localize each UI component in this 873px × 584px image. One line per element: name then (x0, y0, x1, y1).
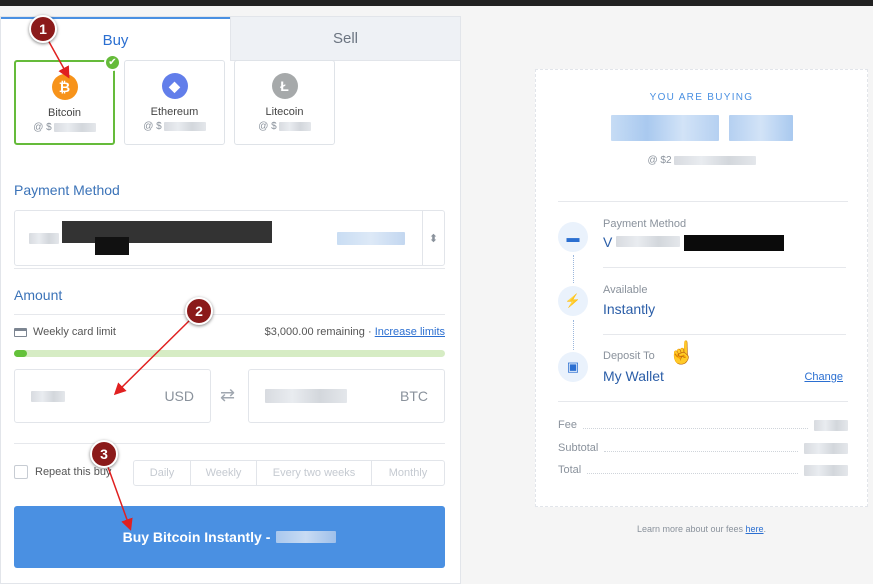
redacted-buy-total (536, 115, 867, 141)
payment-method-title: Payment Method (14, 182, 120, 198)
redacted-crypto-value (265, 389, 347, 403)
redacted-account-icon (29, 233, 59, 244)
payment-method-value: V (603, 234, 785, 252)
litecoin-icon: Ł (271, 73, 298, 99)
redacted-account-name (62, 221, 272, 243)
deposit-to-value: My Wallet (603, 368, 664, 384)
repeat-buy-label: Repeat this buy (35, 466, 112, 478)
redacted-price (278, 122, 311, 131)
redacted-price (673, 156, 756, 165)
fee-row: Fee (558, 419, 848, 431)
fiat-unit-label: USD (164, 388, 194, 404)
redacted-price (163, 122, 206, 131)
redacted-buy-amount (276, 531, 337, 543)
subtotal-row: Subtotal (558, 442, 848, 454)
divider (603, 267, 846, 268)
buy-sell-tabs: Buy Sell (1, 17, 460, 61)
coin-price: @ $ (16, 122, 113, 133)
buy-bitcoin-button[interactable]: Buy Bitcoin Instantly - (14, 506, 445, 568)
swap-icon[interactable]: ⇄ (220, 385, 235, 406)
divider (558, 201, 848, 202)
ethereum-icon: ◆ (161, 73, 188, 99)
fee-label: Fee (558, 419, 577, 431)
buy-button-label: Buy Bitcoin Instantly - (122, 529, 271, 545)
divider (14, 314, 445, 315)
fees-here-link[interactable]: here (746, 524, 764, 534)
selected-check-icon: ✔ (104, 54, 121, 71)
frequency-every-two-weeks[interactable]: Every two weeks (257, 461, 372, 485)
crypto-unit-label: BTC (400, 388, 428, 404)
window-top-bar (0, 0, 873, 6)
redacted-amount-part (728, 115, 793, 141)
divider (558, 401, 848, 402)
redacted-price (53, 123, 96, 132)
coin-price: @ $ (125, 121, 224, 132)
annotation-marker-2: 2 (185, 297, 213, 325)
limit-separator: · (364, 326, 375, 338)
coin-card-ethereum[interactable]: ◆ Ethereum @ $ (124, 60, 225, 145)
currency-selector: ✔ ₿ Bitcoin @ $ ◆ Ethereum @ $ Ł Litecoi… (14, 54, 335, 145)
fiat-amount-input[interactable]: USD (14, 369, 211, 423)
bitcoin-icon: ₿ (51, 74, 78, 100)
redacted-fee (814, 419, 848, 431)
divider (14, 443, 445, 444)
divider (14, 268, 445, 269)
redacted-amount-part (610, 115, 719, 141)
redacted-payment-detail (616, 236, 681, 247)
available-label: Available (603, 284, 648, 296)
repeat-buy-toggle[interactable]: Repeat this buy (14, 465, 111, 479)
total-row: Total (558, 464, 848, 476)
redacted-payment-name (684, 235, 785, 252)
limit-remaining: $3,000.00 remaining (264, 326, 365, 338)
change-wallet-link[interactable]: Change (804, 371, 843, 383)
credit-card-icon: ▬ (558, 222, 588, 252)
crypto-amount-input[interactable]: BTC (248, 369, 445, 423)
increase-limits-link[interactable]: Increase limits (375, 326, 445, 338)
redacted-account-detail (95, 237, 129, 255)
redacted-account-limit (337, 232, 405, 245)
coin-name: Litecoin (265, 106, 304, 118)
subtotal-label: Subtotal (558, 442, 599, 454)
frequency-monthly[interactable]: Monthly (372, 461, 444, 485)
coin-name: Bitcoin (47, 107, 82, 119)
deposit-to-label: Deposit To (603, 350, 655, 362)
redacted-subtotal (804, 442, 848, 454)
redacted-total (804, 464, 848, 476)
available-value: Instantly (603, 301, 656, 317)
coin-card-bitcoin[interactable]: ✔ ₿ Bitcoin @ $ (14, 54, 121, 145)
coin-price: @ $ (235, 121, 334, 132)
hand-cursor-icon: ☝ (668, 340, 696, 365)
amount-title: Amount (14, 287, 63, 303)
card-icon (14, 327, 27, 337)
divider (603, 334, 846, 335)
step-connector (573, 255, 574, 283)
step-connector (573, 320, 574, 350)
select-arrows-icon[interactable]: ⬍ (422, 211, 444, 265)
repeat-buy-checkbox[interactable] (14, 465, 28, 479)
you-are-buying-label: YOU ARE BUYING (649, 92, 754, 103)
fees-footer: Learn more about our fees here. (636, 524, 767, 534)
summary-price: @ $2 (536, 155, 867, 166)
limit-progress-fill (14, 350, 27, 357)
limit-progress-bar (14, 350, 445, 357)
payment-method-label: Payment Method (603, 218, 687, 230)
wallet-icon: ▣ (558, 352, 588, 382)
payment-method-select[interactable]: ⬍ (14, 210, 445, 266)
tab-sell[interactable]: Sell (230, 17, 460, 61)
total-label: Total (558, 464, 582, 476)
order-summary-panel: YOU ARE BUYING @ $2 ▬ Payment Method V ⚡… (535, 69, 868, 507)
frequency-weekly[interactable]: Weekly (191, 461, 257, 485)
weekly-limit-row: Weekly card limit $3,000.00 remaining · … (14, 326, 445, 338)
coin-card-litecoin[interactable]: Ł Litecoin @ $ (234, 60, 335, 145)
coin-name: Ethereum (150, 106, 199, 118)
redacted-fiat-value (31, 391, 65, 402)
annotation-marker-3: 3 (90, 440, 118, 468)
frequency-daily[interactable]: Daily (134, 461, 191, 485)
annotation-marker-1: 1 (29, 15, 57, 43)
lightning-icon: ⚡ (558, 286, 588, 316)
repeat-frequency-group: Daily Weekly Every two weeks Monthly (133, 460, 445, 486)
weekly-limit-label: Weekly card limit (33, 326, 116, 338)
